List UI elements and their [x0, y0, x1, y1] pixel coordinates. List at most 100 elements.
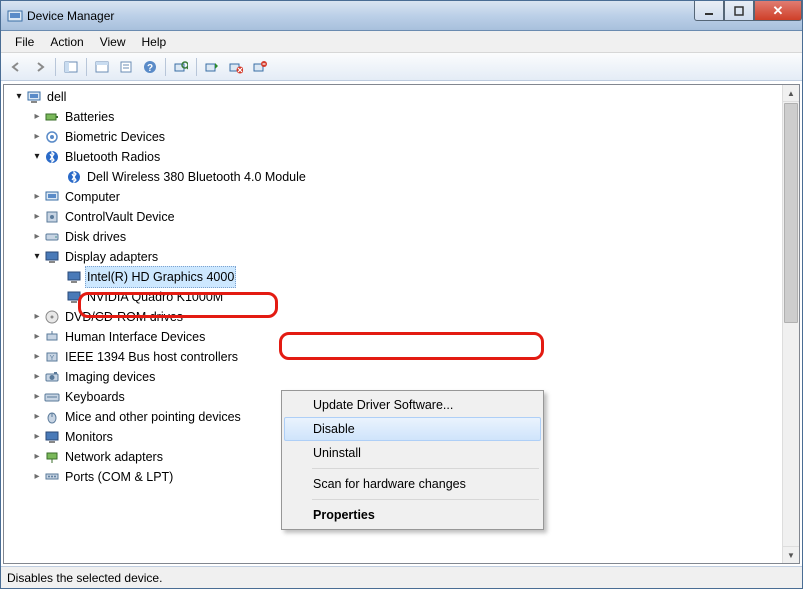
expander-icon[interactable] [30, 227, 44, 247]
node-label: Disk drives [63, 227, 128, 247]
node-label: Batteries [63, 107, 116, 127]
tree-category-computer[interactable]: Computer [8, 187, 799, 207]
expander-icon[interactable] [30, 147, 44, 167]
monitor-icon [44, 249, 60, 265]
expander-icon[interactable] [30, 387, 44, 407]
window-title: Device Manager [27, 9, 694, 23]
context-uninstall[interactable]: Uninstall [284, 441, 541, 465]
properties-button[interactable] [115, 56, 137, 78]
forward-button[interactable] [29, 56, 51, 78]
svg-text:?: ? [147, 63, 153, 74]
tree-category-controlvault[interactable]: ControlVault Device [8, 207, 799, 227]
expander-icon[interactable] [30, 127, 44, 147]
expander-icon[interactable] [30, 347, 44, 367]
network-icon [44, 449, 60, 465]
device-manager-window: Device Manager ✕ File Action View Help ? [0, 0, 803, 589]
tree-device-nvidia[interactable]: NVIDIA Quadro K1000M [8, 287, 799, 307]
bluetooth-icon [44, 149, 60, 165]
cdrom-icon [44, 309, 60, 325]
node-label: Keyboards [63, 387, 127, 407]
app-icon [7, 8, 23, 24]
context-properties[interactable]: Properties [284, 503, 541, 527]
expander-icon[interactable] [30, 107, 44, 127]
expander-icon[interactable] [30, 307, 44, 327]
context-scan-hardware[interactable]: Scan for hardware changes [284, 472, 541, 496]
tree-category-imaging[interactable]: Imaging devices [8, 367, 799, 387]
tree-category-batteries[interactable]: Batteries [8, 107, 799, 127]
imaging-icon [44, 369, 60, 385]
context-disable[interactable]: Disable [284, 417, 541, 441]
node-label: Bluetooth Radios [63, 147, 162, 167]
tree-category-bluetooth[interactable]: Bluetooth Radios [8, 147, 799, 167]
toolbar-separator [55, 58, 56, 76]
svg-text:Y: Y [50, 355, 55, 362]
node-label: Monitors [63, 427, 115, 447]
tree-category-display[interactable]: Display adapters [8, 247, 799, 267]
console-tree-button[interactable] [60, 56, 82, 78]
node-label: Human Interface Devices [63, 327, 207, 347]
back-button[interactable] [5, 56, 27, 78]
ieee-icon: Y [44, 349, 60, 365]
vault-icon [44, 209, 60, 225]
hid-icon [44, 329, 60, 345]
disable-button[interactable] [225, 56, 247, 78]
close-button[interactable]: ✕ [754, 1, 802, 21]
titlebar[interactable]: Device Manager ✕ [1, 1, 802, 31]
node-label: Imaging devices [63, 367, 157, 387]
scroll-up-arrow[interactable]: ▲ [783, 85, 799, 102]
context-separator [312, 499, 539, 500]
help-topics-button[interactable]: ? [139, 56, 161, 78]
computer-icon [26, 89, 42, 105]
tree-category-biometric[interactable]: Biometric Devices [8, 127, 799, 147]
help-button[interactable] [91, 56, 113, 78]
expander-icon[interactable] [30, 207, 44, 227]
keyboard-icon [44, 389, 60, 405]
node-label: Mice and other pointing devices [63, 407, 243, 427]
node-label: Biometric Devices [63, 127, 167, 147]
battery-icon [44, 109, 60, 125]
tree-device-bt-module[interactable]: Dell Wireless 380 Bluetooth 4.0 Module [8, 167, 799, 187]
scan-hardware-button[interactable] [170, 56, 192, 78]
uninstall-button[interactable] [249, 56, 271, 78]
maximize-button[interactable] [724, 1, 754, 21]
scroll-thumb[interactable] [784, 103, 798, 323]
statusbar: Disables the selected device. [1, 566, 802, 588]
context-update-driver[interactable]: Update Driver Software... [284, 393, 541, 417]
scroll-down-arrow[interactable]: ▼ [783, 546, 799, 563]
node-label: Display adapters [63, 247, 160, 267]
disk-icon [44, 229, 60, 245]
menu-view[interactable]: View [92, 33, 134, 51]
tree-category-hid[interactable]: Human Interface Devices [8, 327, 799, 347]
biometric-icon [44, 129, 60, 145]
update-driver-button[interactable] [201, 56, 223, 78]
menu-file[interactable]: File [7, 33, 42, 51]
context-separator [312, 468, 539, 469]
expander-icon[interactable] [30, 327, 44, 347]
expander-icon[interactable] [30, 367, 44, 387]
expander-icon[interactable] [30, 247, 44, 267]
vertical-scrollbar[interactable]: ▲ ▼ [782, 85, 799, 563]
node-label: DVD/CD-ROM drives [63, 307, 185, 327]
expander-icon[interactable] [30, 427, 44, 447]
expander-icon[interactable] [30, 467, 44, 487]
node-label: ControlVault Device [63, 207, 177, 227]
window-controls: ✕ [694, 1, 802, 30]
content-area: dell Batteries Biometric Devices Bluetoo… [1, 81, 802, 566]
expander-icon[interactable] [30, 447, 44, 467]
minimize-button[interactable] [694, 1, 724, 21]
tree-category-disk[interactable]: Disk drives [8, 227, 799, 247]
tree-root[interactable]: dell [8, 87, 799, 107]
monitor-icon [66, 289, 82, 305]
menu-help[interactable]: Help [134, 33, 175, 51]
tree-category-ieee1394[interactable]: Y IEEE 1394 Bus host controllers [8, 347, 799, 367]
tree-device-intel-hd[interactable]: Intel(R) HD Graphics 4000 [8, 267, 799, 287]
expander-icon[interactable] [30, 407, 44, 427]
menu-action[interactable]: Action [42, 33, 91, 51]
monitor-icon [44, 429, 60, 445]
toolbar-separator [86, 58, 87, 76]
tree-category-dvd[interactable]: DVD/CD-ROM drives [8, 307, 799, 327]
expander-icon[interactable] [12, 87, 26, 107]
node-label: Computer [63, 187, 122, 207]
toolbar-separator [196, 58, 197, 76]
expander-icon[interactable] [30, 187, 44, 207]
